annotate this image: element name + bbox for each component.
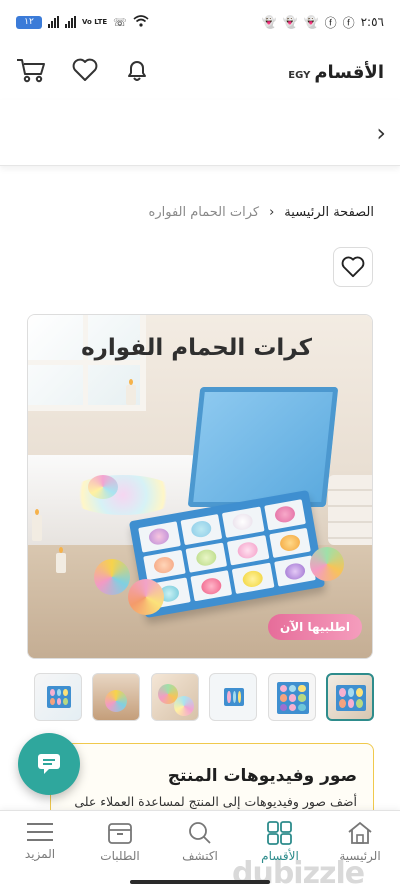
nav-label-more: المزيد (24, 847, 56, 861)
thumbnail-4[interactable] (209, 673, 258, 721)
watermark-logo: dubizzle (232, 856, 365, 891)
thumbnail-strip (34, 673, 374, 721)
facebook-icon: ⓕ (324, 15, 337, 30)
breadcrumb-home-link[interactable]: الصفحة الرئيسية (284, 205, 374, 220)
chevron-right-icon[interactable]: › (376, 119, 386, 147)
status-right: 👻 👻 👻 ⓕ ⓕ ٢:٥٦ (262, 14, 384, 31)
snapchat-icon: 👻 (261, 15, 277, 29)
image-towels (328, 475, 372, 545)
thumbnail-5[interactable] (267, 673, 316, 721)
nav-label-orders: الطلبات (100, 849, 140, 863)
status-left: ١٢ Vo LTE ☏ (16, 14, 149, 30)
search-icon (189, 822, 211, 844)
home-icon (348, 821, 372, 844)
nav-label-explore: اكتشف (182, 849, 218, 863)
chat-button[interactable] (18, 733, 80, 795)
hero-title: كرات الحمام الفواره (81, 335, 312, 361)
breadcrumb: الصفحة الرئيسية ‹ كرات الحمام الفواره (149, 205, 374, 220)
brand-logo[interactable]: EGY الأقسام (288, 62, 384, 83)
image-box-lid (187, 387, 339, 507)
heart-icon (341, 256, 365, 278)
image-bath-ball-4 (88, 475, 118, 499)
thumbnail-2[interactable] (92, 673, 141, 721)
wifi-call-icon: ☏ (113, 15, 127, 29)
home-indicator[interactable] (130, 880, 270, 884)
signal-icon-2 (65, 16, 76, 28)
volte-label: Vo LTE (82, 17, 108, 26)
signal-icon (48, 16, 59, 28)
wifi-icon (133, 14, 149, 30)
cart-icon[interactable] (16, 57, 46, 87)
breadcrumb-separator: ‹ (269, 205, 275, 220)
brand-title: الأقسام (314, 61, 384, 83)
snapchat-icon-2: 👻 (282, 15, 298, 29)
image-bath-ball-2 (128, 579, 164, 615)
chat-bubble-icon (38, 754, 60, 774)
bell-icon[interactable] (124, 57, 150, 87)
orders-box-icon (108, 823, 132, 844)
category-bar: › (0, 100, 400, 166)
wishlist-heart-icon[interactable] (72, 58, 98, 86)
brand-suffix: EGY (288, 69, 311, 81)
header-actions (16, 57, 150, 87)
app-header: EGY الأقسام (0, 44, 400, 100)
image-candle-3 (56, 547, 66, 573)
image-bath-ball (94, 559, 130, 595)
image-bath-ball-3 (310, 547, 344, 581)
card-title: صور وفيديوهات المنتج (167, 766, 357, 786)
clock-time: ٢:٥٦ (360, 15, 384, 29)
status-bar: ١٢ Vo LTE ☏ 👻 👻 👻 ⓕ ⓕ ٢:٥٦ (0, 0, 400, 44)
menu-icon (27, 823, 53, 841)
image-candle-2 (32, 509, 42, 541)
image-foam (68, 475, 178, 515)
product-main-image[interactable]: كرات الحمام الفواره اطلبيها الآن (27, 314, 373, 659)
grid-icon (267, 821, 292, 845)
thumbnail-3[interactable] (150, 673, 199, 721)
facebook-icon-2: ⓕ (342, 15, 355, 30)
thumbnail-1[interactable] (34, 673, 82, 721)
card-description: أضف صور وفيديوهات إلى المنتج لمساعدة الع… (74, 794, 357, 809)
battery-icon: ١٢ (16, 15, 42, 29)
favorite-button[interactable] (333, 247, 373, 287)
image-candle (126, 379, 136, 405)
order-now-button[interactable]: اطلبيها الآن (267, 614, 362, 640)
snapchat-icon-3: 👻 (303, 15, 319, 29)
nav-item-more[interactable]: المزيد (0, 811, 80, 892)
breadcrumb-current: كرات الحمام الفواره (148, 205, 260, 220)
thumbnail-6-active[interactable] (325, 673, 374, 721)
